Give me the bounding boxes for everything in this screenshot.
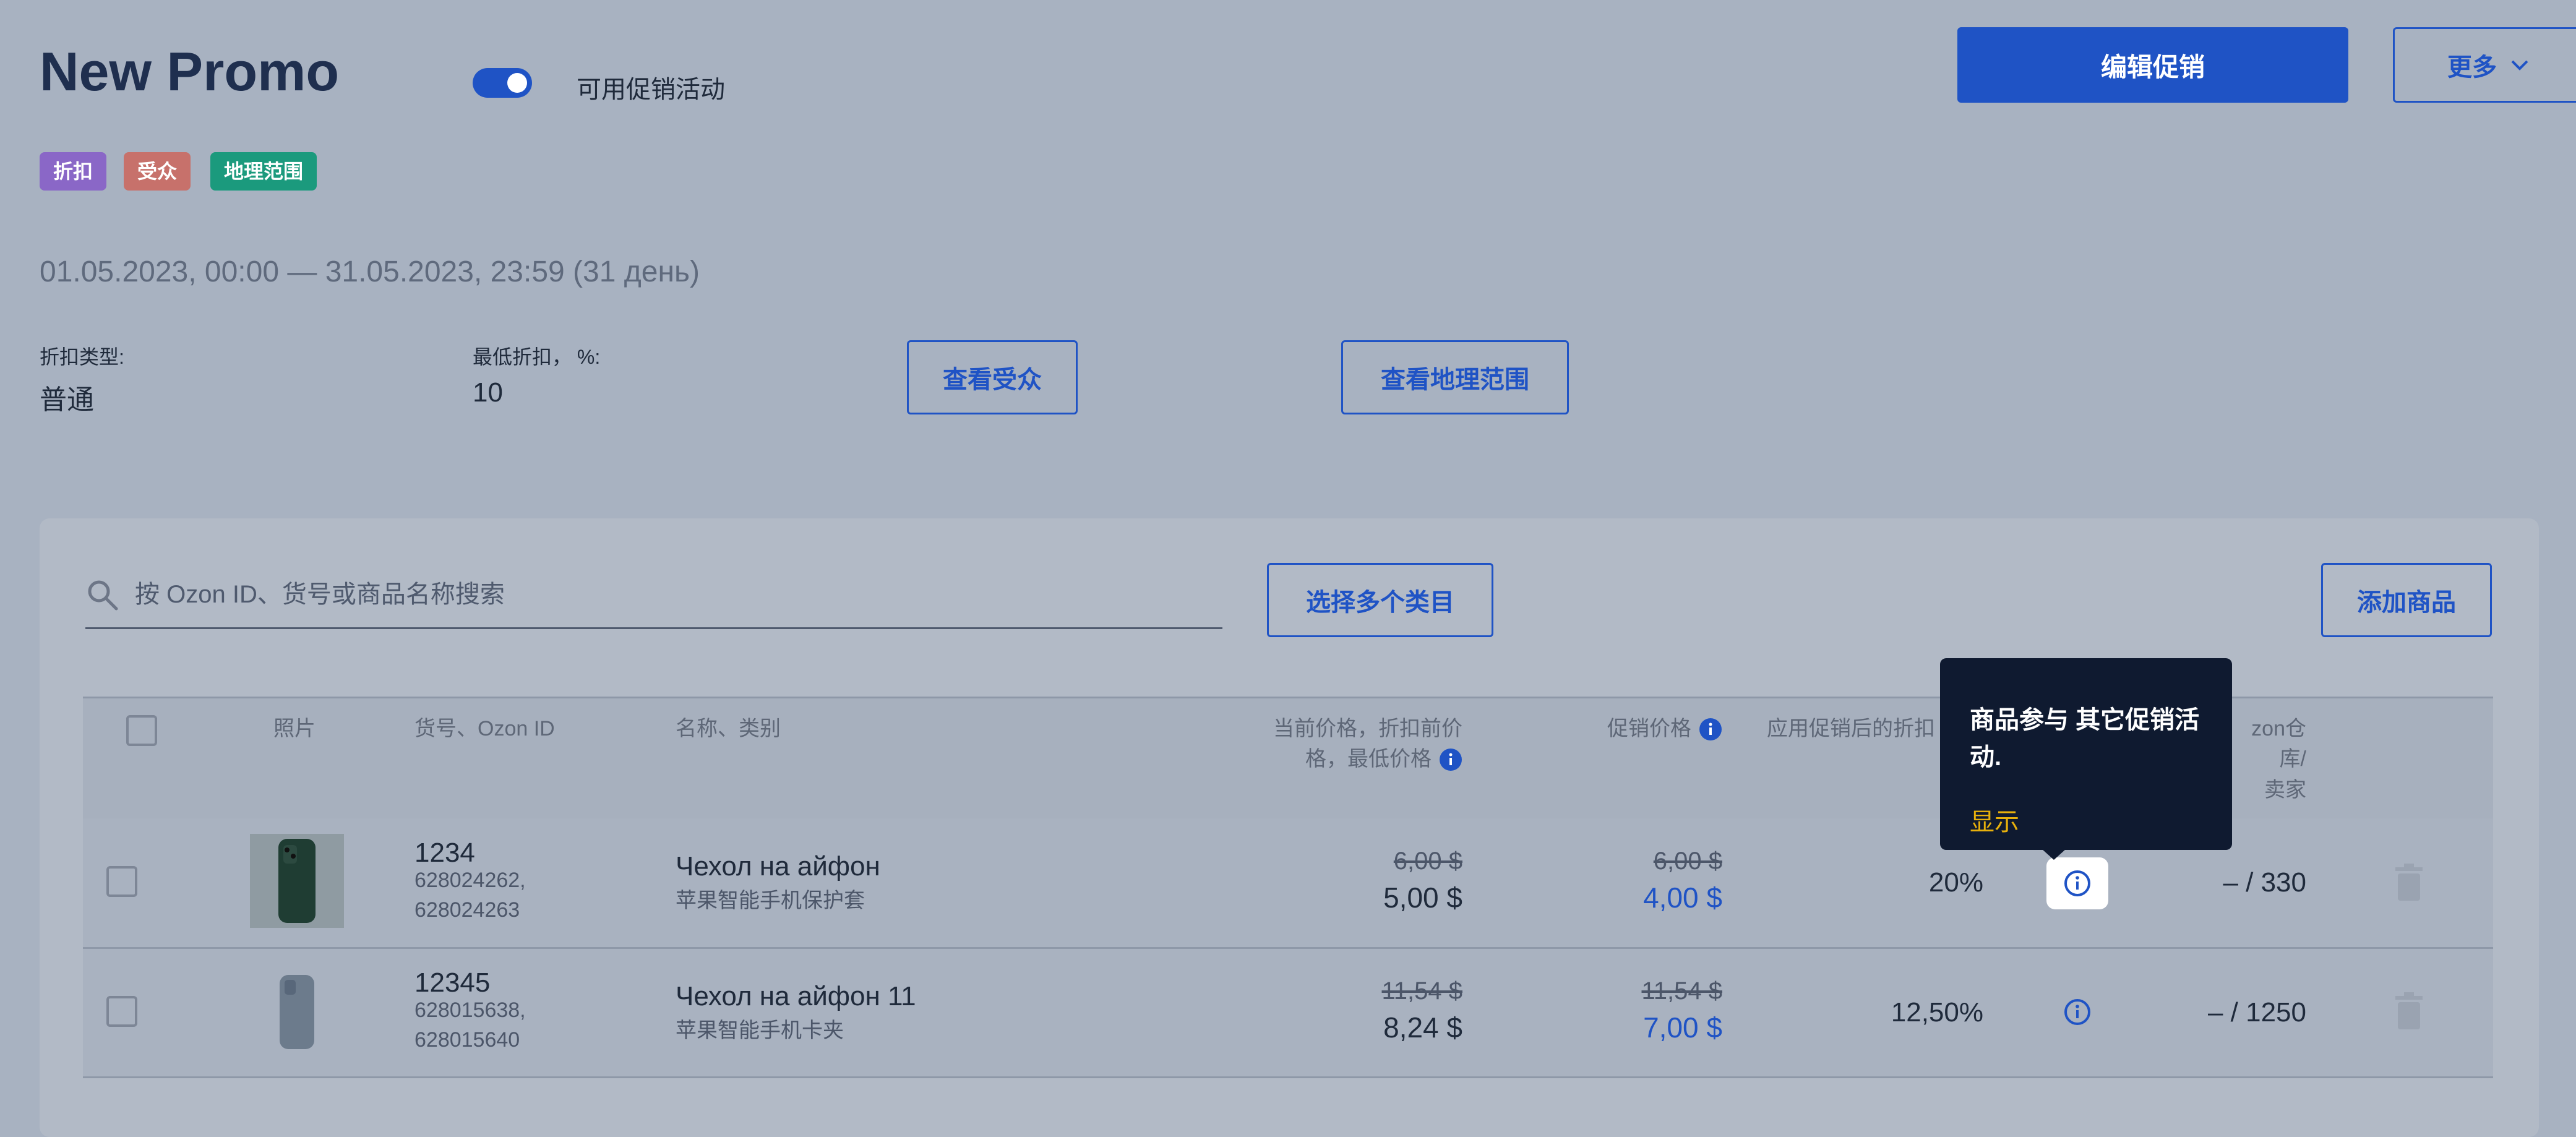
row-promo-price-old: 6,00 $ bbox=[1653, 847, 1722, 875]
column-header-current-price-line2-text: 格，最低价格 bbox=[1305, 747, 1432, 771]
row-sku: 1234 bbox=[414, 838, 475, 868]
search-input[interactable] bbox=[134, 568, 1213, 621]
row-product-category: 苹果智能手机卡夹 bbox=[676, 1019, 844, 1042]
column-header-promo-price: 促销价格 bbox=[1559, 714, 1722, 744]
row-checkbox[interactable] bbox=[106, 866, 137, 897]
column-header-current-price: 当前价格，折扣前价 格，最低价格 bbox=[1213, 714, 1462, 775]
row-product-category: 苹果智能手机保护套 bbox=[676, 889, 865, 912]
info-icon[interactable] bbox=[1699, 718, 1722, 741]
row-product-name[interactable]: Чехол на айфон bbox=[676, 851, 880, 882]
row-promo-price[interactable]: 4,00 $ bbox=[1537, 881, 1722, 914]
row-ozon-id-2: 628015640 bbox=[414, 1028, 520, 1052]
row-sku: 12345 bbox=[414, 968, 491, 998]
tag-geo: 地理范围 bbox=[210, 152, 317, 191]
column-header-discount: 应用促销后的折扣 bbox=[1767, 717, 1935, 740]
discount-type-value: 普通 bbox=[40, 385, 94, 415]
row-price-current: 5,00 $ bbox=[1383, 882, 1462, 914]
tooltip-text: 商品参与 其它促销活动. bbox=[1970, 706, 2200, 771]
toggle-label: 可用促销活动 bbox=[577, 76, 725, 103]
other-promos-tooltip: 商品参与 其它促销活动. 显示 bbox=[1940, 658, 2232, 850]
column-header-stock: zon仓库/ 卖家 bbox=[2225, 714, 2306, 805]
trash-icon[interactable] bbox=[2393, 992, 2425, 1031]
discount-type-label: 折扣类型: bbox=[40, 346, 124, 368]
min-discount-label: 最低折扣， %: bbox=[473, 346, 601, 368]
column-header-current-price-line2: 格，最低价格 bbox=[1213, 744, 1462, 774]
row-price-old: 6,00 $ bbox=[1393, 847, 1462, 875]
edit-promo-button[interactable]: 编辑促销 bbox=[1957, 27, 2348, 103]
product-image bbox=[280, 975, 314, 1049]
info-icon bbox=[2064, 870, 2090, 896]
column-header-stock-line2: 卖家 bbox=[2264, 778, 2306, 802]
column-header-sku: 货号、Ozon ID bbox=[414, 717, 555, 740]
search-icon bbox=[88, 580, 118, 611]
chevron-down-icon bbox=[2511, 60, 2528, 71]
row-stock: – / 330 bbox=[2223, 867, 2306, 898]
row-ozon-ids: 628024262, 628024263 bbox=[414, 866, 526, 925]
column-header-stock-line1: zon仓库/ bbox=[2251, 717, 2306, 771]
promo-active-toggle[interactable] bbox=[473, 68, 532, 98]
row-price-old: 11,54 $ bbox=[1381, 977, 1463, 1005]
other-promos-info-button[interactable] bbox=[2061, 996, 2093, 1028]
info-icon[interactable] bbox=[1439, 748, 1462, 771]
info-icon bbox=[2064, 999, 2090, 1025]
select-all-checkbox[interactable] bbox=[126, 715, 157, 746]
column-header-photo: 照片 bbox=[273, 717, 316, 740]
column-header-name: 名称、类别 bbox=[676, 717, 781, 740]
column-header-promo-price-text: 促销价格 bbox=[1607, 717, 1691, 740]
toggle-knob bbox=[507, 73, 527, 93]
more-button[interactable]: 更多 bbox=[2393, 27, 2576, 103]
row-ozon-ids: 628015638, 628015640 bbox=[414, 996, 526, 1055]
add-product-button[interactable]: 添加商品 bbox=[2321, 563, 2492, 637]
row-price-current: 8,24 $ bbox=[1383, 1011, 1462, 1044]
row-ozon-id-1: 628015638, bbox=[414, 998, 526, 1022]
view-geo-button[interactable]: 查看地理范围 bbox=[1341, 340, 1569, 414]
row-discount: 12,50% bbox=[1891, 997, 1983, 1028]
product-image bbox=[250, 834, 344, 928]
trash-icon[interactable] bbox=[2393, 864, 2425, 902]
row-ozon-id-1: 628024262, bbox=[414, 869, 526, 892]
tag-discount: 折扣 bbox=[40, 152, 107, 191]
tooltip-arrow bbox=[2041, 849, 2066, 860]
select-categories-button[interactable]: 选择多个类目 bbox=[1267, 563, 1493, 637]
column-header-current-price-line1: 当前价格，折扣前价 bbox=[1273, 717, 1462, 740]
row-promo-price[interactable]: 7,00 $ bbox=[1537, 1011, 1722, 1044]
row-product-name[interactable]: Чехол на айфон 11 bbox=[676, 981, 916, 1012]
page-title: New Promo bbox=[40, 41, 340, 102]
row-ozon-id-2: 628024263 bbox=[414, 898, 520, 922]
tooltip-show-link[interactable]: 显示 bbox=[1970, 802, 2202, 838]
row-discount: 20% bbox=[1928, 867, 1983, 898]
row-promo-price-old: 11,54 $ bbox=[1641, 977, 1723, 1005]
row-divider bbox=[83, 1076, 2493, 1078]
row-checkbox[interactable] bbox=[106, 996, 137, 1027]
promo-date-range: 01.05.2023, 00:00 — 31.05.2023, 23:59 (3… bbox=[40, 255, 700, 288]
tag-audience: 受众 bbox=[124, 152, 191, 191]
view-audience-button[interactable]: 查看受众 bbox=[907, 340, 1078, 414]
other-promos-info-button[interactable] bbox=[2046, 857, 2108, 909]
row-stock: – / 1250 bbox=[2207, 997, 2306, 1028]
min-discount-value: 10 bbox=[473, 377, 503, 408]
more-button-label: 更多 bbox=[2447, 54, 2497, 81]
